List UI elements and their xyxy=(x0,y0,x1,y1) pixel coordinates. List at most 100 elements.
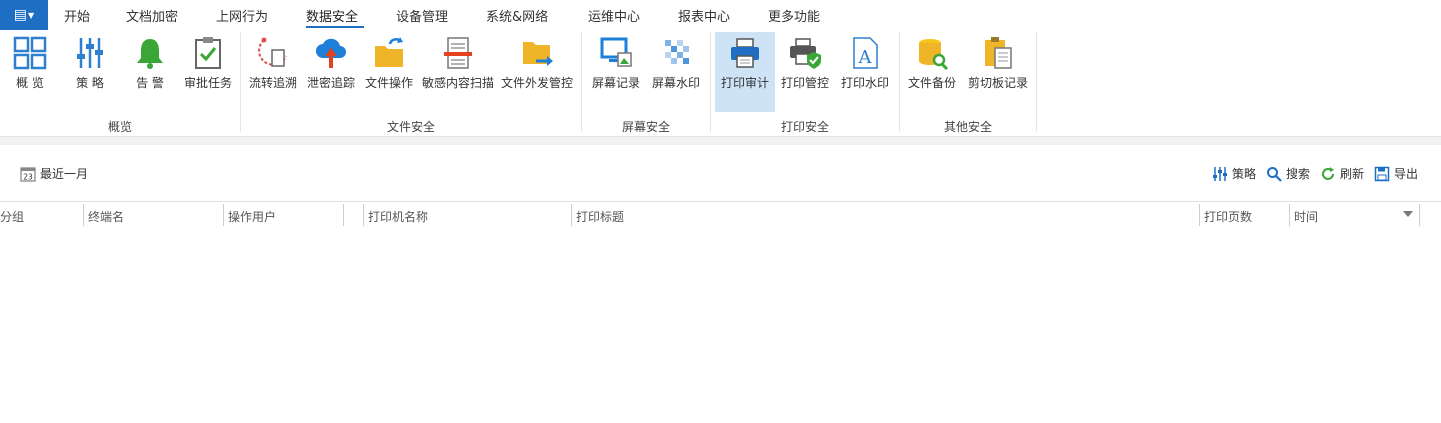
column-header-pages[interactable]: 打印页数 xyxy=(1204,208,1252,225)
column-resize-handle[interactable] xyxy=(1199,204,1200,226)
ribbon-button-file-operation[interactable]: 文件操作 xyxy=(362,32,416,112)
ribbon-label: 打印管控 xyxy=(780,76,829,90)
document-scan-icon xyxy=(444,37,472,69)
ribbon-label: 概 览 xyxy=(16,76,44,90)
ribbon-button-clipboard-record[interactable]: 剪切板记录 xyxy=(964,32,1032,112)
ribbon-label: 文件外发管控 xyxy=(500,76,573,90)
folder-arrow-icon xyxy=(375,37,403,67)
printer-shield-icon xyxy=(790,38,821,69)
document-a-icon: A xyxy=(853,37,878,69)
bell-icon xyxy=(137,39,163,69)
menu-item-ops-center[interactable]: 运维中心 xyxy=(588,6,640,25)
sliders-icon xyxy=(1213,166,1227,181)
ribbon-label: 屏幕水印 xyxy=(651,76,700,90)
group-separator xyxy=(581,32,582,132)
ribbon-button-file-backup[interactable]: 文件备份 xyxy=(905,32,959,112)
ribbon-button-print-audit[interactable]: 打印审计 xyxy=(715,32,775,112)
ribbon-button-screen-record[interactable]: 屏幕记录 xyxy=(590,32,642,112)
folder-send-icon xyxy=(523,42,553,66)
ribbon-label: 告 警 xyxy=(136,76,164,90)
svg-text:A: A xyxy=(858,47,873,68)
ribbon-label: 流转追溯 xyxy=(248,76,297,90)
policy-button-label: 策略 xyxy=(1232,167,1257,181)
column-header-terminal[interactable]: 终端名 xyxy=(88,208,124,225)
ribbon-label: 剪切板记录 xyxy=(967,76,1028,90)
caret-down-icon: ▼ xyxy=(28,10,35,20)
group-separator xyxy=(710,32,711,132)
column-header-print-title[interactable]: 打印标题 xyxy=(576,208,624,225)
calendar-icon: 23 xyxy=(20,167,36,181)
ribbon-button-print-watermark[interactable]: A 打印水印 xyxy=(838,32,892,112)
policy-button[interactable]: 策略 xyxy=(1212,165,1256,182)
table-header: 分组 终端名 操作用户 打印机名称 打印标题 打印页数 时间 xyxy=(0,201,1441,230)
menu-item-device-management[interactable]: 设备管理 xyxy=(396,6,448,25)
search-icon xyxy=(1267,166,1282,182)
refresh-button-label: 刷新 xyxy=(1340,167,1365,181)
column-resize-handle[interactable] xyxy=(363,204,364,226)
printer-icon xyxy=(731,38,759,68)
table-body xyxy=(0,229,1441,423)
ribbon-label: 审批任务 xyxy=(183,76,232,90)
search-button[interactable]: 搜索 xyxy=(1266,165,1310,182)
ribbon-button-sensitive-scan[interactable]: 敏感内容扫描 xyxy=(420,32,496,112)
menu-item-report-center[interactable]: 报表中心 xyxy=(678,6,730,25)
ribbon-button-overview[interactable]: 概 览 xyxy=(6,32,54,112)
date-range-label: 最近一月 xyxy=(40,167,89,181)
ribbon-label: 打印水印 xyxy=(840,76,889,90)
search-button-label: 搜索 xyxy=(1286,167,1311,181)
ribbon-bottom-band xyxy=(0,137,1441,145)
column-header-user[interactable]: 操作用户 xyxy=(228,208,276,225)
column-resize-handle[interactable] xyxy=(223,204,224,226)
document-trace-icon xyxy=(258,37,287,67)
column-resize-handle[interactable] xyxy=(1289,204,1290,226)
export-button[interactable]: 导出 xyxy=(1374,165,1418,182)
column-resize-handle[interactable] xyxy=(343,204,344,226)
group-label-print-security: 打印安全 xyxy=(780,120,829,134)
column-resize-handle[interactable] xyxy=(83,204,84,226)
column-resize-handle[interactable] xyxy=(1419,204,1420,226)
ribbon-button-alarm[interactable]: 告 警 xyxy=(126,32,174,112)
date-range-selector[interactable]: 23 最近一月 xyxy=(20,165,88,182)
ribbon-label: 屏幕记录 xyxy=(591,76,640,90)
menu-item-start[interactable]: 开始 xyxy=(64,6,90,25)
ribbon-button-flow-trace[interactable]: 流转追溯 xyxy=(246,32,300,112)
menu-item-web-behavior[interactable]: 上网行为 xyxy=(216,6,268,25)
list-icon: ▤ xyxy=(13,7,28,23)
grid-icon xyxy=(13,36,47,70)
ribbon-button-leak-tracking[interactable]: 泄密追踪 xyxy=(304,32,358,112)
active-menu-underline xyxy=(306,26,364,28)
ribbon-label: 文件操作 xyxy=(364,76,413,90)
cloud-upload-icon xyxy=(316,38,346,68)
ribbon: 概 览 策 略 告 警 审批任务 概览 流转追溯 泄密追踪 文件操作 敏感内容扫… xyxy=(0,30,1441,137)
ribbon-button-approval-tasks[interactable]: 审批任务 xyxy=(182,32,234,112)
ribbon-label: 泄密追踪 xyxy=(306,76,355,90)
ribbon-button-policy[interactable]: 策 略 xyxy=(66,32,114,112)
menu-item-system-network[interactable]: 系统&网络 xyxy=(486,6,548,25)
column-resize-handle[interactable] xyxy=(571,204,572,226)
menu-item-doc-encryption[interactable]: 文档加密 xyxy=(126,6,178,25)
column-header-printer[interactable]: 打印机名称 xyxy=(368,208,428,225)
group-separator xyxy=(240,32,241,132)
sort-desc-icon[interactable] xyxy=(1403,211,1413,217)
app-menu-button[interactable]: ▤ ▼ xyxy=(0,0,48,30)
menu-item-more-functions[interactable]: 更多功能 xyxy=(768,6,820,25)
ribbon-label: 敏感内容扫描 xyxy=(421,76,494,90)
ribbon-button-print-control[interactable]: 打印管控 xyxy=(778,32,832,112)
list-toolbar: 23 最近一月 策略 搜索 刷新 导出 xyxy=(0,145,1441,201)
export-button-label: 导出 xyxy=(1394,167,1419,181)
group-label-other-security: 其他安全 xyxy=(943,120,992,134)
refresh-button[interactable]: 刷新 xyxy=(1320,165,1364,182)
svg-text:23: 23 xyxy=(23,172,33,181)
menu-item-data-security[interactable]: 数据安全 xyxy=(306,6,358,25)
clipboard-check-icon xyxy=(195,37,221,69)
group-label-screen-security: 屏幕安全 xyxy=(621,120,670,134)
column-header-time[interactable]: 时间 xyxy=(1294,208,1318,225)
monitor-image-icon xyxy=(600,37,632,67)
group-separator xyxy=(1036,32,1037,132)
ribbon-label: 打印审计 xyxy=(720,76,769,90)
clipboard-copy-icon xyxy=(985,37,1012,69)
ribbon-button-file-send-control[interactable]: 文件外发管控 xyxy=(500,32,574,112)
column-header-group[interactable]: 分组 xyxy=(0,208,24,225)
ribbon-button-screen-watermark[interactable]: 屏幕水印 xyxy=(650,32,702,112)
menu-bar: ▤ ▼ 开始 文档加密 上网行为 数据安全 设备管理 系统&网络 运维中心 报表中… xyxy=(0,0,1441,30)
